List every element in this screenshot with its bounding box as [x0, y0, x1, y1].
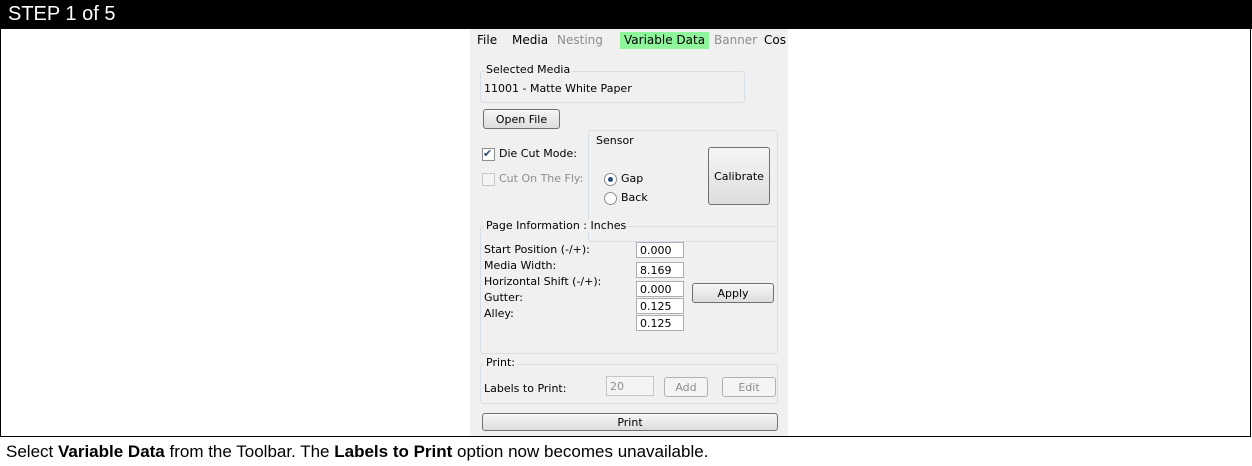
- cut-on-fly-label: Cut On The Fly:: [499, 172, 584, 185]
- page-info-title: Page Information : Inches: [484, 219, 629, 232]
- gutter-label: Gutter:: [484, 291, 523, 304]
- radio-selected-dot: [608, 177, 613, 182]
- caption-text-1: Select: [6, 442, 58, 461]
- instruction-caption: Select Variable Data from the Toolbar. T…: [6, 442, 708, 462]
- apply-button[interactable]: Apply: [692, 283, 774, 303]
- gap-radio[interactable]: [604, 173, 617, 186]
- menu-media[interactable]: Media: [508, 32, 552, 49]
- start-position-input[interactable]: 0.000: [636, 242, 684, 258]
- gutter-input[interactable]: 0.125: [636, 298, 684, 314]
- labels-to-print-input[interactable]: 20: [606, 376, 654, 396]
- step-header: STEP 1 of 5: [0, 0, 1252, 29]
- sensor-title: Sensor: [594, 134, 636, 147]
- selected-media-title: Selected Media: [484, 63, 573, 76]
- add-button[interactable]: Add: [664, 377, 708, 397]
- print-button[interactable]: Print: [482, 413, 778, 431]
- back-radio[interactable]: [604, 192, 617, 205]
- gap-label: Gap: [621, 172, 644, 185]
- edit-button[interactable]: Edit: [722, 377, 776, 397]
- step-title: STEP 1 of 5: [8, 3, 116, 25]
- print-group-title: Print:: [484, 356, 518, 369]
- menu-cos[interactable]: Cos: [760, 32, 790, 49]
- calibrate-button[interactable]: Calibrate: [708, 147, 770, 205]
- menu-banner[interactable]: Banner: [710, 32, 761, 49]
- caption-text-2: from the Toolbar. The: [164, 442, 335, 461]
- horizontal-shift-label: Horizontal Shift (-/+):: [484, 275, 602, 288]
- menu-variable-data[interactable]: Variable Data: [620, 32, 710, 49]
- checkmark-icon: ✔: [483, 147, 493, 160]
- caption-text-3: option now becomes unavailable.: [452, 442, 709, 461]
- alley-input[interactable]: 0.125: [636, 315, 684, 331]
- cut-on-fly-checkbox[interactable]: [482, 173, 495, 186]
- back-label: Back: [621, 191, 648, 204]
- die-cut-label: Die Cut Mode:: [499, 147, 577, 160]
- media-width-label: Media Width:: [484, 259, 557, 272]
- horizontal-shift-input[interactable]: 0.000: [636, 281, 684, 297]
- menu-nesting[interactable]: Nesting: [553, 32, 607, 49]
- menubar: File Media Nesting Variable Data Banner …: [470, 29, 788, 52]
- media-width-input[interactable]: 8.169: [636, 262, 684, 278]
- selected-media-value: 11001 - Matte White Paper: [484, 82, 632, 95]
- caption-bold-variable-data: Variable Data: [57, 442, 165, 461]
- menu-file[interactable]: File: [473, 32, 501, 49]
- alley-label: Alley:: [484, 307, 514, 320]
- start-position-label: Start Position (-/+):: [484, 243, 590, 256]
- die-cut-checkbox[interactable]: ✔: [482, 147, 495, 161]
- application-panel: File Media Nesting Variable Data Banner …: [470, 29, 788, 436]
- labels-to-print-label: Labels to Print:: [484, 382, 567, 395]
- open-file-button[interactable]: Open File: [483, 109, 560, 129]
- caption-bold-labels-to-print: Labels to Print: [334, 442, 453, 461]
